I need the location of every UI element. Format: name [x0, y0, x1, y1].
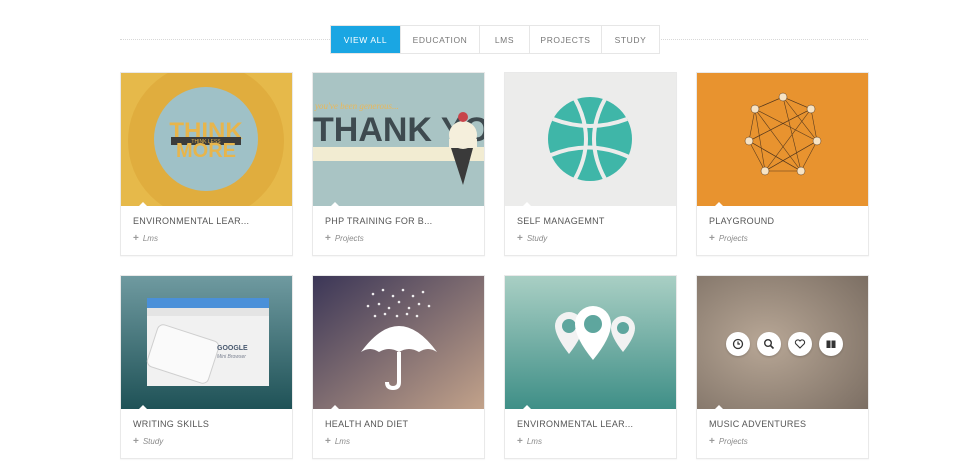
card-category[interactable]: + Projects [325, 232, 472, 244]
plus-icon: + [709, 232, 715, 244]
card-title[interactable]: SELF MANAGEMNT [517, 216, 664, 228]
filter-tab-lms[interactable]: LMS [479, 26, 529, 53]
thumb-generous-text: you've been generous... [314, 101, 399, 111]
heart-icon[interactable] [788, 332, 812, 356]
clock-icon[interactable] [726, 332, 750, 356]
card-thumbnail-basketball [505, 73, 676, 206]
plus-icon: + [133, 435, 139, 447]
card-thumbnail-music [697, 276, 868, 409]
card-category[interactable]: + Lms [325, 435, 472, 447]
filter-tab-projects[interactable]: PROJECTS [529, 26, 601, 53]
portfolio-filter: VIEW ALL EDUCATION LMS PROJECTS STUDY [120, 25, 868, 54]
card-category[interactable]: + Lms [133, 232, 280, 244]
thumb-more-text: MORE [176, 140, 236, 162]
card-title[interactable]: PLAYGROUND [709, 216, 856, 228]
portfolio-card[interactable]: MUSIC ADVENTURES + Projects [696, 275, 869, 459]
plus-icon: + [517, 232, 523, 244]
card-thumbnail-umbrella [313, 276, 484, 409]
portfolio-card[interactable]: HEALTH AND DIET + Lms [312, 275, 485, 459]
plus-icon: + [709, 435, 715, 447]
card-title[interactable]: ENVIRONMENTAL LEAR... [133, 216, 280, 228]
card-thumbnail-map-pins [505, 276, 676, 409]
plus-icon: + [517, 435, 523, 447]
card-title[interactable]: MUSIC ADVENTURES [709, 419, 856, 431]
thumb-google-text: GOOGLE [217, 345, 248, 352]
thumb-mini-browser-text: Mini Browser [217, 354, 246, 360]
plus-icon: + [325, 435, 331, 447]
portfolio-card[interactable]: ENVIRONMENTAL LEAR... + Lms [504, 275, 677, 459]
card-hover-actions [726, 332, 843, 356]
portfolio-card[interactable]: THINK THINK LESS MORE ENVIRONMENTAL LEAR… [120, 72, 293, 256]
card-category[interactable]: + Study [133, 435, 280, 447]
portfolio-card[interactable]: GOOGLE Mini Browser WRITING SKILLS + Stud… [120, 275, 293, 459]
card-thumbnail-thank-you: you've been generous... THANK YO [313, 73, 484, 206]
card-category[interactable]: + Projects [709, 232, 856, 244]
card-category[interactable]: + Lms [517, 435, 664, 447]
card-thumbnail-think-more: THINK THINK LESS MORE [121, 73, 292, 206]
card-category[interactable]: + Projects [709, 435, 856, 447]
card-title[interactable]: HEALTH AND DIET [325, 419, 472, 431]
portfolio-card[interactable]: PLAYGROUND + Projects [696, 72, 869, 256]
plus-icon: + [325, 232, 331, 244]
card-title[interactable]: PHP TRAINING FOR B... [325, 216, 472, 228]
card-title[interactable]: WRITING SKILLS [133, 419, 280, 431]
filter-tabs: VIEW ALL EDUCATION LMS PROJECTS STUDY [330, 25, 660, 54]
portfolio-card[interactable]: you've been generous... THANK YO PHP TRA… [312, 72, 485, 256]
card-thumbnail-browser: GOOGLE Mini Browser [121, 276, 292, 409]
filter-tab-study[interactable]: STUDY [601, 26, 659, 53]
card-title[interactable]: ENVIRONMENTAL LEAR... [517, 419, 664, 431]
search-icon[interactable] [757, 332, 781, 356]
card-thumbnail-star-diagram [697, 73, 868, 206]
card-category[interactable]: + Study [517, 232, 664, 244]
plus-icon: + [133, 232, 139, 244]
portfolio-card[interactable]: SELF MANAGEMNT + Study [504, 72, 677, 256]
filter-tab-view-all[interactable]: VIEW ALL [331, 26, 400, 53]
book-icon[interactable] [819, 332, 843, 356]
filter-tab-education[interactable]: EDUCATION [400, 26, 479, 53]
